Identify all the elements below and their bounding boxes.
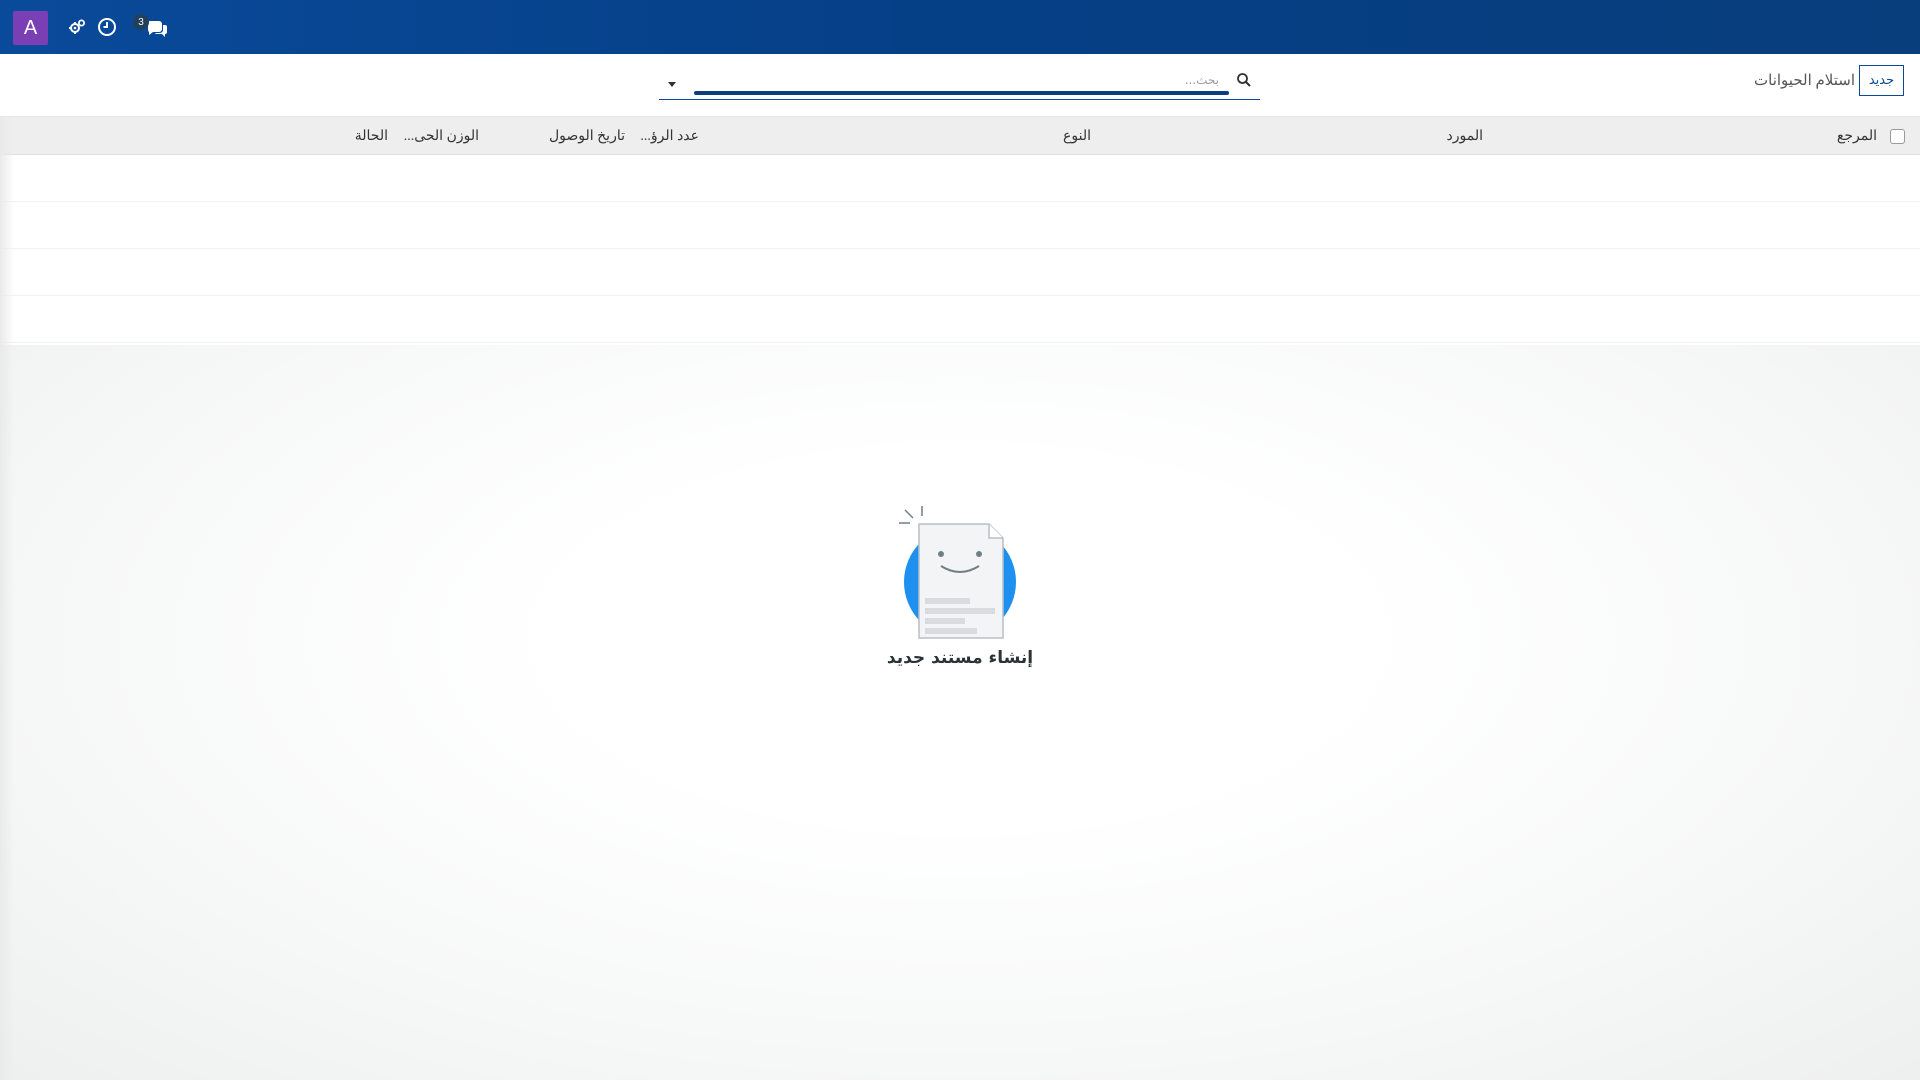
empty-state-title[interactable]: إنشاء مستند جديد [860, 648, 1060, 668]
left-edge-shade [0, 117, 14, 1080]
chat-badge: 3 [133, 14, 149, 30]
control-panel: جديد استلام الحيوانات [0, 54, 1920, 117]
top-navbar: A 3 [0, 0, 1920, 54]
clock-icon[interactable] [96, 16, 118, 38]
search-bar [659, 66, 1260, 100]
breadcrumb: استلام الحيوانات [1754, 73, 1855, 89]
search-progress-bar [694, 91, 1229, 95]
table-row [0, 249, 1920, 296]
column-header-vendor[interactable]: المورد [1447, 128, 1483, 145]
table-row [0, 202, 1920, 249]
table-row [0, 155, 1920, 202]
empty-document-icon [895, 502, 1020, 642]
chevron-down-icon[interactable] [666, 74, 678, 87]
column-header-live-weight[interactable]: الوزن الحى... [404, 128, 479, 145]
select-all-checkbox[interactable] [1890, 129, 1905, 144]
user-avatar[interactable]: A [13, 11, 48, 45]
new-button[interactable]: جديد [1859, 65, 1904, 96]
empty-state-background [0, 345, 1920, 1080]
search-icon[interactable] [1236, 72, 1252, 88]
column-header-reference[interactable]: المرجع [1837, 128, 1877, 145]
table-body [0, 155, 1920, 343]
table-row [0, 296, 1920, 343]
column-header-status[interactable]: الحالة [355, 128, 388, 145]
search-input[interactable] [699, 70, 1219, 90]
settings-icon[interactable] [66, 16, 88, 38]
column-header-type[interactable]: النوع [1063, 128, 1091, 145]
column-header-arrival-date[interactable]: تاريخ الوصول [549, 128, 625, 145]
column-header-head-count[interactable]: عدد الرؤ... [640, 128, 699, 145]
table-header: المرجع المورد النوع عدد الرؤ... تاريخ ال… [0, 117, 1920, 155]
